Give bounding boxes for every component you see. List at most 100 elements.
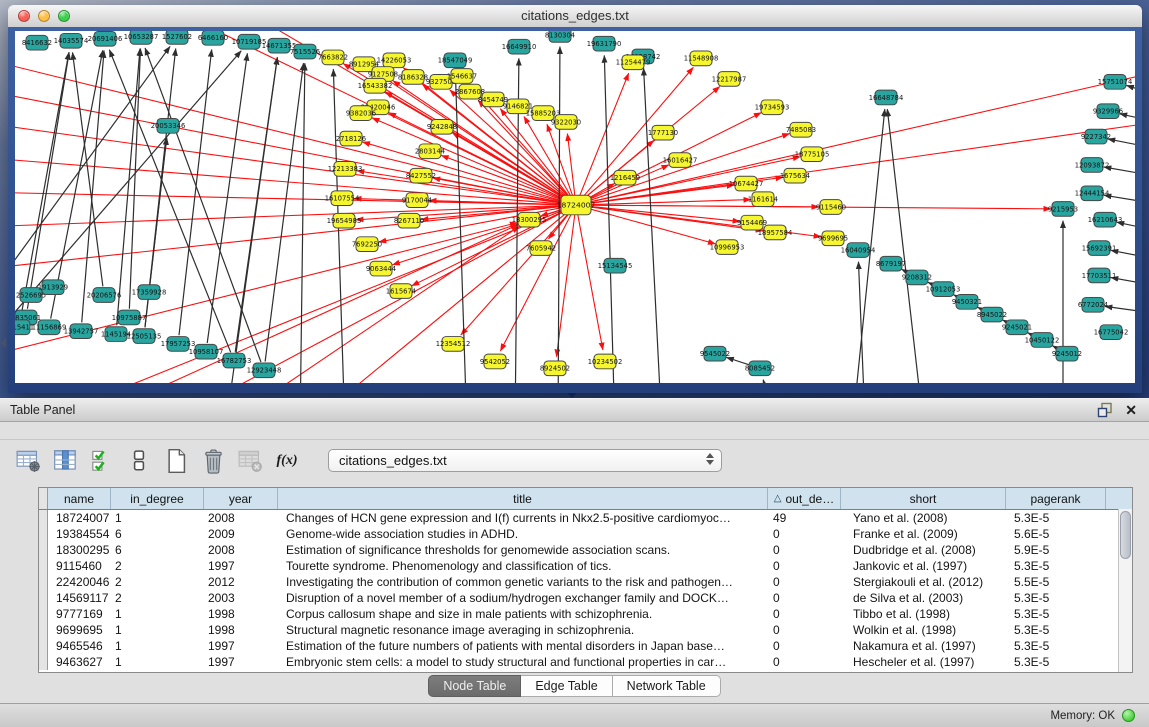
- cell-short[interactable]: Nakamura et al. (1997): [841, 638, 1006, 654]
- graph-node[interactable]: 1615674: [386, 284, 416, 299]
- cell-title[interactable]: Estimation of the future numbers of pati…: [278, 638, 768, 654]
- panel-collapse-handle-icon[interactable]: [0, 338, 6, 348]
- graph-node[interactable]: 1777130: [648, 125, 678, 140]
- graph-node[interactable]: 12213383: [328, 162, 363, 177]
- graph-node[interactable]: 9542052: [480, 354, 510, 369]
- table-row[interactable]: 2242004622012Investigating the contribut…: [39, 574, 1132, 590]
- graph-node[interactable]: 8945022: [977, 307, 1007, 322]
- citation-edge-black[interactable]: [858, 262, 865, 383]
- table-mode-button[interactable]: [14, 447, 42, 475]
- cell-out_de[interactable]: 0: [768, 558, 841, 574]
- citation-edge-red[interactable]: [500, 213, 572, 351]
- network-graph[interactable]: 8416632140355742069140610653287152760264…: [15, 31, 1135, 383]
- cell-name[interactable]: 18300295: [48, 542, 111, 558]
- memory-status-indicator-icon[interactable]: [1122, 709, 1135, 722]
- cell-title[interactable]: Genome-wide association studies in ADHD.: [278, 526, 768, 542]
- graph-node[interactable]: 8924502: [540, 361, 570, 376]
- zoom-button[interactable]: [58, 10, 70, 22]
- cell-year[interactable]: 2003: [204, 590, 278, 606]
- graph-node[interactable]: 8416632: [22, 35, 52, 50]
- citation-edge-black[interactable]: [117, 49, 140, 326]
- column-header-short[interactable]: short: [841, 488, 1006, 509]
- graph-node[interactable]: 12505135: [127, 329, 162, 344]
- graph-node[interactable]: 1546637: [447, 69, 477, 84]
- float-panel-icon[interactable]: [1097, 402, 1113, 418]
- cell-title[interactable]: Tourette syndrome. Phenomenology and cla…: [278, 558, 768, 574]
- citation-edge-red[interactable]: [15, 192, 567, 205]
- citation-edge-black[interactable]: [604, 55, 615, 383]
- graph-node[interactable]: 7692250: [352, 237, 382, 252]
- cell-title[interactable]: Estimation of significance thresholds fo…: [278, 542, 768, 558]
- citation-edge-red[interactable]: [578, 214, 603, 350]
- scrollbar-thumb[interactable]: [1120, 511, 1131, 559]
- graph-node[interactable]: 10450122: [1025, 333, 1060, 348]
- graph-node[interactable]: 1527602: [162, 31, 192, 44]
- graph-node[interactable]: 18547049: [438, 53, 473, 68]
- cell-name[interactable]: 9115460: [48, 558, 111, 574]
- delete-column-button[interactable]: [199, 447, 227, 475]
- graph-node[interactable]: 13942757: [64, 324, 99, 339]
- graph-node[interactable]: 9115460: [816, 200, 846, 215]
- graph-node[interactable]: 19734593: [755, 100, 790, 115]
- graph-node[interactable]: 16107554: [325, 191, 360, 206]
- cell-out_de[interactable]: 0: [768, 654, 841, 670]
- table-row[interactable]: 1456911722003Disruption of a novel membe…: [39, 590, 1132, 606]
- table-row[interactable]: 969969511998Structural magnetic resonanc…: [39, 622, 1132, 638]
- graph-node[interactable]: 2803144: [415, 144, 445, 159]
- graph-node[interactable]: 17359928: [132, 285, 167, 300]
- graph-node[interactable]: 9329966: [1093, 104, 1123, 119]
- table-row[interactable]: 946362711997Embryonic stem cells: a mode…: [39, 654, 1132, 670]
- table-row[interactable]: 1938455462009Genome-wide association stu…: [39, 526, 1132, 542]
- cell-name[interactable]: 18724007: [48, 510, 111, 526]
- graph-node[interactable]: 12444154: [1075, 186, 1110, 201]
- column-header-pagerank[interactable]: pagerank: [1006, 488, 1106, 509]
- graph-node[interactable]: 1675634: [780, 168, 810, 183]
- cell-short[interactable]: Franke et al. (2009): [841, 526, 1006, 542]
- cell-pagerank[interactable]: 5.9E-5: [1006, 542, 1106, 558]
- graph-node[interactable]: 9063444: [366, 261, 396, 276]
- close-button[interactable]: [18, 10, 30, 22]
- cell-short[interactable]: Stergiakouli et al. (2012): [841, 574, 1006, 590]
- cell-name[interactable]: 9777169: [48, 606, 111, 622]
- graph-node[interactable]: 8267110: [394, 213, 424, 228]
- graph-node[interactable]: 18724007: [557, 195, 596, 215]
- graph-node[interactable]: 9545022: [700, 346, 730, 361]
- window-titlebar[interactable]: citations_edges.txt: [8, 5, 1142, 28]
- citation-edge-black[interactable]: [21, 52, 69, 318]
- table-row[interactable]: 1830029562008Estimation of significance …: [39, 542, 1132, 558]
- graph-node[interactable]: 9154469: [737, 215, 767, 230]
- graph-node[interactable]: 10674427: [729, 176, 764, 191]
- graph-node[interactable]: 9170044: [402, 193, 432, 208]
- graph-node[interactable]: 2718126: [336, 131, 366, 146]
- cell-name[interactable]: 9465546: [48, 638, 111, 654]
- graph-node[interactable]: 7605942: [526, 241, 556, 256]
- function-builder-button[interactable]: f(x): [273, 447, 301, 475]
- cell-in_degree[interactable]: 1: [111, 638, 204, 654]
- table-row[interactable]: 1872400712008Changes of HCN gene express…: [39, 510, 1132, 526]
- cell-out_de[interactable]: 0: [768, 542, 841, 558]
- cell-in_degree[interactable]: 2: [111, 574, 204, 590]
- graph-node[interactable]: 6466160: [198, 31, 228, 45]
- cell-in_degree[interactable]: 1: [111, 510, 204, 526]
- graph-node[interactable]: 8679197: [876, 256, 906, 271]
- graph-node[interactable]: 8085452: [745, 361, 775, 376]
- cell-out_de[interactable]: 0: [768, 526, 841, 542]
- cell-in_degree[interactable]: 1: [111, 654, 204, 670]
- graph-node[interactable]: 14226053: [377, 53, 412, 68]
- cell-in_degree[interactable]: 1: [111, 606, 204, 622]
- citation-edge-red[interactable]: [461, 212, 570, 335]
- graph-node[interactable]: 9245021: [1002, 320, 1032, 335]
- graph-node[interactable]: 10234502: [588, 354, 623, 369]
- select-rows-button[interactable]: [88, 447, 116, 475]
- citation-edge-black[interactable]: [1126, 85, 1135, 97]
- cell-out_de[interactable]: 0: [768, 590, 841, 606]
- graph-node[interactable]: 17703511: [1082, 268, 1117, 283]
- graph-node[interactable]: 19654985: [327, 213, 362, 228]
- cell-year[interactable]: 1998: [204, 622, 278, 638]
- graph-node[interactable]: 7515526: [290, 44, 320, 59]
- network-view-window[interactable]: citations_edges.txt 84166321403557420691…: [8, 5, 1142, 393]
- graph-node[interactable]: 6772024: [1078, 297, 1108, 312]
- graph-node[interactable]: 8130304: [545, 31, 575, 42]
- graph-node[interactable]: 9382036: [346, 106, 376, 121]
- citation-edge-black[interactable]: [150, 138, 167, 284]
